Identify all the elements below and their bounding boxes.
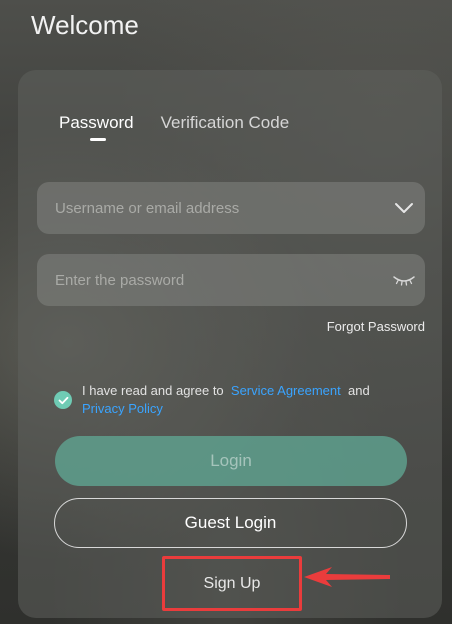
check-icon	[58, 396, 68, 404]
eye-closed-icon[interactable]	[383, 254, 425, 306]
chevron-down-icon[interactable]	[383, 182, 425, 234]
service-agreement-link[interactable]: Service Agreement	[231, 383, 341, 398]
password-input[interactable]	[37, 254, 383, 306]
sign-up-label: Sign Up	[203, 574, 261, 592]
tab-password[interactable]: Password	[59, 113, 134, 133]
privacy-policy-link[interactable]: Privacy Policy	[82, 401, 163, 416]
login-tabs: Password Verification Code	[59, 113, 289, 133]
forgot-password-link[interactable]: Forgot Password	[327, 319, 425, 334]
username-input[interactable]	[37, 182, 383, 234]
page-title: Welcome	[31, 10, 139, 40]
agreement-row: I have read and agree to Service Agreeme…	[54, 382, 414, 418]
agreement-prefix: I have read and agree to	[82, 383, 224, 398]
tab-verification-code[interactable]: Verification Code	[161, 113, 290, 133]
red-arrow-icon	[304, 567, 390, 587]
sign-up-button[interactable]: Sign Up	[162, 556, 302, 611]
username-field	[37, 182, 425, 234]
guest-login-button[interactable]: Guest Login	[54, 498, 407, 548]
login-button[interactable]: Login	[55, 436, 407, 486]
agreement-text: I have read and agree to Service Agreeme…	[82, 382, 370, 418]
agreement-checkbox[interactable]	[54, 391, 72, 409]
agreement-conjunction: and	[347, 383, 370, 398]
active-tab-indicator	[90, 138, 106, 141]
password-field	[37, 254, 425, 306]
